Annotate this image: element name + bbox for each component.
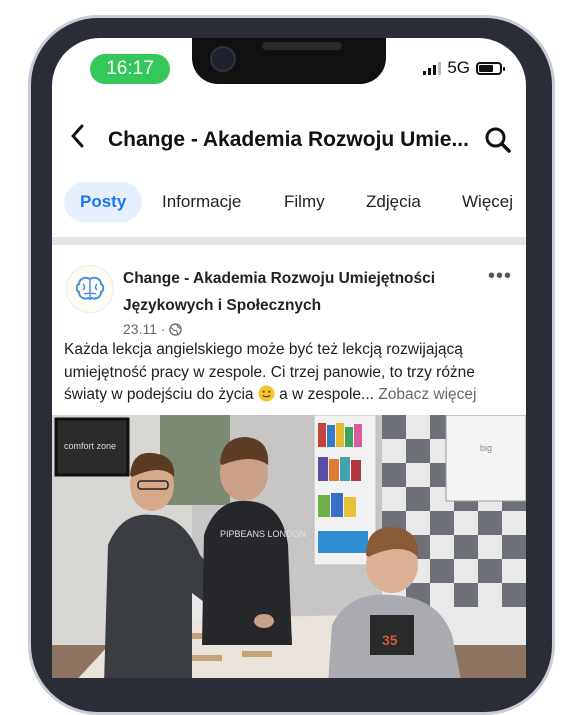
page-header: Change - Akademia Rozwoju Umie... [52, 116, 526, 166]
post-date[interactable]: 23.11 [123, 321, 157, 337]
post-author[interactable]: Change - Akademia Rozwoju Umiejętności J… [123, 265, 463, 319]
smiling-face-icon [258, 385, 275, 402]
board-text: big [480, 443, 492, 453]
battery-icon [476, 61, 505, 75]
see-more-link[interactable]: Zobacz więcej [378, 386, 476, 403]
globe-icon [169, 323, 183, 336]
poster-text: comfort zone [64, 441, 116, 451]
tab-info[interactable]: Informacje [162, 182, 241, 222]
status-indicators: 5G [423, 58, 505, 78]
network-label: 5G [447, 58, 470, 77]
tab-more-label: Więcej [462, 192, 514, 211]
post-text: Każda lekcja angielskiego może być też l… [64, 339, 519, 407]
tab-videos[interactable]: Filmy [284, 182, 325, 222]
status-time: 16:17 [90, 54, 170, 84]
hoodie-text: PIPBEANS LONDON [220, 529, 306, 539]
section-divider [52, 237, 526, 245]
search-icon[interactable] [484, 126, 512, 154]
post-meta: 23.11 · [123, 321, 183, 337]
tab-more[interactable]: Więcej ▼ [462, 182, 526, 248]
post-photo[interactable]: big comfort zone PIPBEANS LONDON 35 [52, 415, 526, 678]
post-body-end: a w zespole... [279, 386, 374, 403]
tab-posts[interactable]: Posty [64, 182, 143, 222]
speaker [262, 42, 342, 50]
back-arrow-icon[interactable] [70, 124, 84, 154]
phone-screen: 16:17 5G Change - Akademia Rozwoju Umie.… [52, 38, 526, 678]
tab-photos[interactable]: Zdjęcia [366, 182, 421, 222]
signal-icon [423, 61, 442, 75]
more-options-icon[interactable]: ••• [488, 265, 512, 288]
shirt-number: 35 [382, 632, 398, 648]
brain-logo-icon [75, 276, 105, 301]
page-title: Change - Akademia Rozwoju Umie... [108, 128, 468, 151]
camera [210, 46, 236, 72]
page-avatar[interactable] [66, 265, 114, 313]
notch [192, 38, 386, 84]
tab-bar: Posty Informacje Filmy Zdjęcia Więcej ▼ [52, 178, 526, 248]
